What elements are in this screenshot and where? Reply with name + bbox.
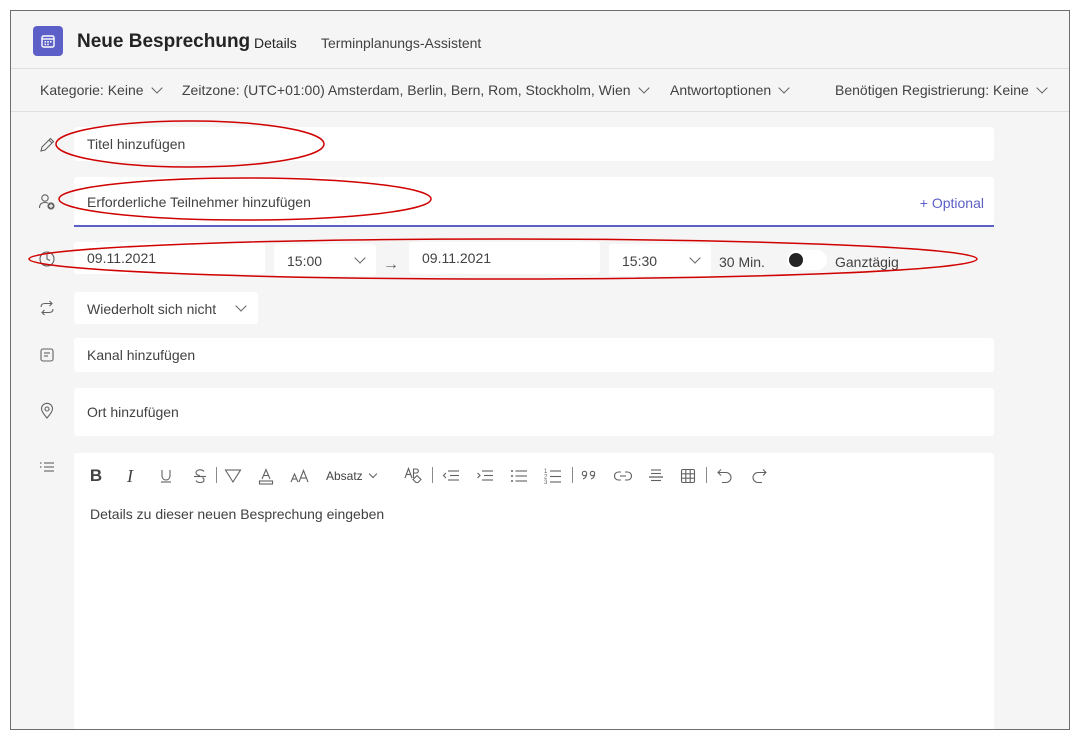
page-title: Neue Besprechung: [77, 31, 251, 52]
registration-label: Benötigen Registrierung: Keine: [835, 82, 1029, 98]
underline-icon[interactable]: [158, 465, 174, 487]
italic-icon[interactable]: I: [122, 465, 138, 487]
options-bar: Kategorie: Keine Zeitzone: (UTC+01:00) A…: [11, 69, 1069, 111]
chevron-down-icon: [778, 82, 790, 94]
numbered-list-icon[interactable]: 123: [544, 465, 562, 487]
pencil-icon: [38, 136, 56, 154]
details-editor[interactable]: B I Absatz 1 2 3 Details zu dieser neuen…: [74, 453, 994, 729]
undo-icon[interactable]: [716, 465, 734, 487]
highlight-icon[interactable]: [224, 465, 242, 487]
horizontal-rule-icon[interactable]: [648, 465, 664, 487]
divider: [11, 111, 1069, 112]
timezone-dropdown[interactable]: Zeitzone: (UTC+01:00) Amsterdam, Berlin,…: [182, 82, 650, 98]
chevron-down-icon: [1036, 82, 1048, 94]
location-input[interactable]: Ort hinzufügen: [74, 388, 994, 436]
chevron-down-icon: [689, 252, 701, 264]
font-color-icon[interactable]: [258, 465, 274, 487]
chevron-down-icon: [235, 300, 247, 312]
repeat-dropdown[interactable]: Wiederholt sich nicht: [74, 292, 258, 324]
attendees-focus-line: [74, 225, 994, 227]
decrease-indent-icon[interactable]: [442, 465, 460, 487]
calendar-icon: [33, 26, 63, 56]
category-dropdown[interactable]: Kategorie: Keine: [40, 82, 163, 98]
location-placeholder: Ort hinzufügen: [87, 404, 179, 420]
tab-scheduling-assistant[interactable]: Terminplanungs-Assistent: [321, 35, 481, 51]
link-icon[interactable]: [614, 465, 632, 487]
toolbar-separator: [216, 467, 217, 483]
end-date-input[interactable]: 09.11.2021: [409, 242, 600, 274]
channel-placeholder: Kanal hinzufügen: [87, 347, 196, 363]
editor-placeholder: Details zu dieser neuen Besprechung eing…: [90, 506, 385, 522]
repeat-icon: [38, 299, 56, 317]
toolbar-separator: [432, 467, 433, 483]
chevron-down-icon: [637, 82, 650, 94]
duration-label: 30 Min.: [719, 254, 765, 270]
optional-attendees-link[interactable]: + Optional: [920, 195, 984, 211]
channel-icon: [38, 346, 56, 364]
toolbar-separator: [572, 467, 573, 483]
start-date-value: 09.11.2021: [87, 250, 157, 266]
title-input[interactable]: Titel hinzufügen: [74, 127, 994, 161]
meeting-window: Neue Besprechung Details Terminplanungs-…: [10, 10, 1070, 730]
all-day-label: Ganztägig: [835, 254, 899, 270]
svg-text:3: 3: [544, 480, 548, 485]
increase-indent-icon[interactable]: [476, 465, 494, 487]
end-date-value: 09.11.2021: [422, 250, 492, 266]
toolbar-separator: [706, 467, 707, 483]
strikethrough-icon[interactable]: [192, 465, 208, 487]
registration-dropdown[interactable]: Benötigen Registrierung: Keine: [835, 82, 1048, 98]
bold-icon[interactable]: B: [88, 465, 104, 487]
chevron-down-icon: [150, 82, 163, 94]
quote-icon[interactable]: [580, 465, 598, 487]
tab-details[interactable]: Details: [254, 35, 297, 51]
response-options-dropdown[interactable]: Antwortoptionen: [670, 82, 790, 98]
location-icon: [38, 402, 56, 420]
start-date-input[interactable]: 09.11.2021: [74, 242, 265, 274]
details-list-icon: [38, 459, 56, 477]
chevron-down-icon: [354, 252, 366, 264]
paragraph-style-dropdown[interactable]: Absatz: [326, 465, 386, 487]
end-time-value: 15:30: [622, 253, 658, 269]
timezone-label: Zeitzone: (UTC+01:00) Amsterdam, Berlin,…: [182, 82, 631, 98]
redo-icon[interactable]: [750, 465, 768, 487]
attendees-input[interactable]: Erforderliche Teilnehmer hinzufügen + Op…: [74, 177, 994, 225]
font-size-icon[interactable]: [290, 465, 310, 487]
header-bar: Neue Besprechung Details Terminplanungs-…: [11, 11, 1069, 68]
all-day-toggle[interactable]: [787, 250, 827, 270]
repeat-value: Wiederholt sich nicht: [87, 301, 217, 317]
table-icon[interactable]: [680, 465, 696, 487]
arrow-right-icon: →: [383, 256, 399, 273]
end-time-dropdown[interactable]: 15:30: [609, 244, 711, 276]
title-placeholder: Titel hinzufügen: [87, 136, 186, 152]
start-time-value: 15:00: [287, 253, 323, 269]
category-label: Kategorie: Keine: [40, 82, 144, 98]
bulleted-list-icon[interactable]: [510, 465, 528, 487]
chevron-down-icon: [368, 469, 377, 479]
clock-icon: [38, 250, 56, 268]
clear-format-icon[interactable]: [404, 465, 424, 487]
channel-input[interactable]: Kanal hinzufügen: [74, 338, 994, 372]
add-person-icon: [38, 193, 56, 211]
attendees-placeholder: Erforderliche Teilnehmer hinzufügen: [87, 194, 311, 210]
start-time-dropdown[interactable]: 15:00: [274, 244, 376, 276]
paragraph-style-label: Absatz: [326, 469, 363, 483]
toggle-knob: [789, 253, 803, 267]
response-options-label: Antwortoptionen: [670, 82, 772, 98]
